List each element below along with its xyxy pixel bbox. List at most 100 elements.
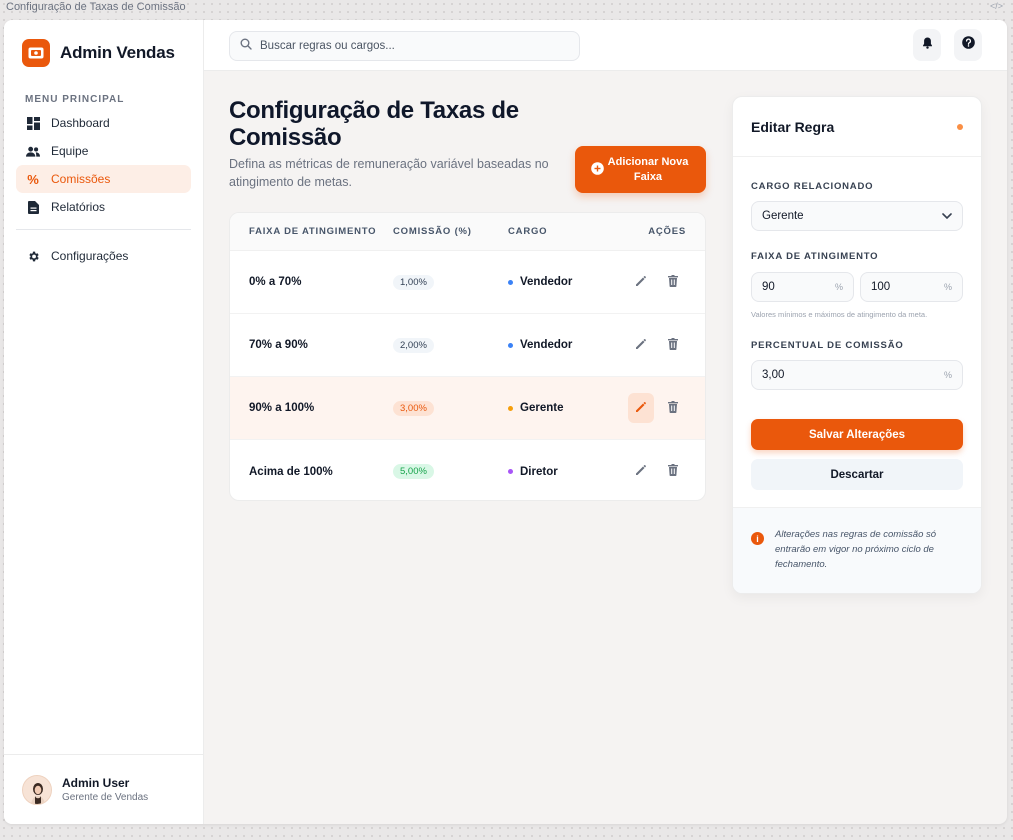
sidebar-item-label: Relatórios	[51, 200, 106, 214]
table-row[interactable]: 70% a 90% 2,00% Vendedor	[230, 314, 705, 377]
sidebar-item-label: Dashboard	[51, 116, 110, 130]
code-icon: </>	[989, 1, 1003, 11]
commission-input[interactable]: 3,00 %	[751, 360, 963, 390]
pencil-icon	[635, 338, 647, 353]
brand[interactable]: Admin Vendas	[4, 20, 203, 86]
bell-icon	[922, 36, 933, 54]
sidebar-item-configuracoes[interactable]: Configurações	[16, 242, 191, 270]
sidebar-item-comissoes[interactable]: % Comissões	[16, 165, 191, 193]
sidebar-item-dashboard[interactable]: Dashboard	[16, 109, 191, 137]
range-cell: 90% a 100%	[249, 402, 315, 414]
edit-button[interactable]	[628, 393, 654, 423]
delete-button[interactable]	[660, 393, 686, 423]
role-dot	[508, 279, 513, 285]
trash-icon	[668, 274, 678, 290]
commission-badge: 2,00%	[393, 337, 434, 353]
role-label: CARGO RELACIONADO	[751, 181, 874, 192]
edit-rule-panel: Editar Regra CARGO RELACIONADO Gerente F…	[732, 96, 982, 594]
sidebar-nav-secondary: Configurações	[4, 242, 203, 270]
brand-name: Admin Vendas	[60, 43, 175, 62]
table-header: FAIXA DE ATINGIMENTO COMISSÃO (%) CARGO …	[230, 213, 705, 251]
unit-label: %	[943, 370, 952, 380]
edit-button[interactable]	[628, 457, 654, 487]
range-cell: Acima de 100%	[249, 465, 333, 478]
document-icon	[26, 200, 40, 214]
unit-label: %	[834, 282, 843, 292]
range-min-input[interactable]: 90 %	[751, 272, 854, 302]
sidebar-item-label: Equipe	[51, 144, 89, 158]
delete-button[interactable]	[660, 457, 686, 487]
notifications-button[interactable]	[913, 29, 941, 61]
column-header: FAIXA DE ATINGIMENTO	[249, 226, 377, 237]
sidebar-item-label: Configurações	[51, 249, 129, 263]
page-subtitle: Defina as métricas de remuneração variáv…	[229, 157, 549, 189]
help-button[interactable]	[954, 29, 982, 61]
trash-icon	[668, 400, 678, 416]
role-select[interactable]: Gerente	[751, 201, 963, 231]
range-min-value: 90	[762, 281, 775, 293]
info-icon: i	[751, 532, 764, 545]
range-max-value: 100	[871, 281, 891, 293]
pencil-icon	[635, 275, 647, 290]
user-profile[interactable]: Admin User Gerente de Vendas	[4, 754, 203, 824]
range-cell: 70% a 90%	[249, 339, 308, 351]
column-header: AÇÕES	[648, 226, 686, 237]
role-cell: Vendedor	[520, 276, 573, 288]
role-cell: Gerente	[520, 402, 564, 414]
role-dot	[508, 405, 513, 411]
range-label: FAIXA DE ATINGIMENTO	[751, 251, 879, 262]
nav-divider	[16, 229, 191, 230]
save-button[interactable]: Salvar Alterações	[751, 419, 963, 450]
page-title: Configuração de Taxas de Comissão	[229, 97, 519, 151]
gear-icon	[26, 249, 40, 263]
main-content: Configuração de Taxas de Comissão Defina…	[204, 20, 1007, 824]
add-range-button[interactable]: Adicionar Nova Faixa	[575, 146, 706, 193]
table-row[interactable]: 0% a 70% 1,00% Vendedor	[230, 251, 705, 314]
delete-button[interactable]	[660, 330, 686, 360]
top-bar	[204, 20, 1007, 71]
commission-badge: 3,00%	[393, 400, 434, 416]
search-icon	[240, 37, 252, 55]
commission-label: PERCENTUAL DE COMISSÃO	[751, 340, 904, 351]
chevron-down-icon	[942, 210, 952, 222]
edit-button[interactable]	[628, 330, 654, 360]
menu-heading: MENU PRINCIPAL	[25, 94, 125, 105]
sidebar-item-equipe[interactable]: Equipe	[16, 137, 191, 165]
range-max-input[interactable]: 100 %	[860, 272, 963, 302]
unit-label: %	[943, 282, 952, 292]
table-row[interactable]: Acima de 100% 5,00% Diretor	[230, 440, 705, 500]
commission-value: 3,00	[762, 369, 785, 381]
role-dot	[508, 342, 513, 348]
wallet-icon	[22, 39, 50, 67]
role-cell: Diretor	[520, 465, 558, 478]
help-icon	[961, 36, 975, 54]
users-icon	[26, 144, 40, 158]
commission-badge: 5,00%	[393, 464, 434, 479]
user-role: Gerente de Vendas	[62, 792, 149, 803]
table-row-selected[interactable]: 90% a 100% 3,00% Gerente	[230, 377, 705, 440]
role-select-value: Gerente	[762, 210, 804, 222]
panel-title: Editar Regra	[751, 118, 835, 135]
role-cell: Vendedor	[520, 339, 573, 351]
column-header: COMISSÃO (%)	[393, 226, 472, 237]
sidebar-item-relatorios[interactable]: Relatórios	[16, 193, 191, 221]
panel-footer: i Alterações nas regras de comissão só e…	[733, 507, 981, 593]
app-window: Admin Vendas MENU PRINCIPAL Dashboard Eq…	[4, 20, 1007, 824]
status-dot	[957, 124, 963, 130]
trash-icon	[668, 464, 678, 479]
pencil-icon	[635, 401, 647, 416]
pencil-icon	[635, 464, 647, 479]
window-title: Configuração de Taxas de Comissão	[6, 1, 186, 13]
sidebar: Admin Vendas MENU PRINCIPAL Dashboard Eq…	[4, 20, 204, 824]
edit-button[interactable]	[628, 267, 654, 297]
trash-icon	[668, 337, 678, 353]
range-hint: Valores mínimos e máximos de atingimento…	[751, 310, 928, 319]
search-box[interactable]	[229, 31, 580, 61]
commission-table: FAIXA DE ATINGIMENTO COMISSÃO (%) CARGO …	[229, 212, 706, 501]
discard-button[interactable]: Descartar	[751, 459, 963, 490]
sidebar-nav: Dashboard Equipe % Comissões Relatórios	[4, 109, 203, 221]
info-text: Alterações nas regras de comissão só ent…	[775, 529, 937, 570]
delete-button[interactable]	[660, 267, 686, 297]
search-input[interactable]	[260, 40, 560, 52]
add-range-label: Adicionar Nova Faixa	[607, 155, 689, 183]
